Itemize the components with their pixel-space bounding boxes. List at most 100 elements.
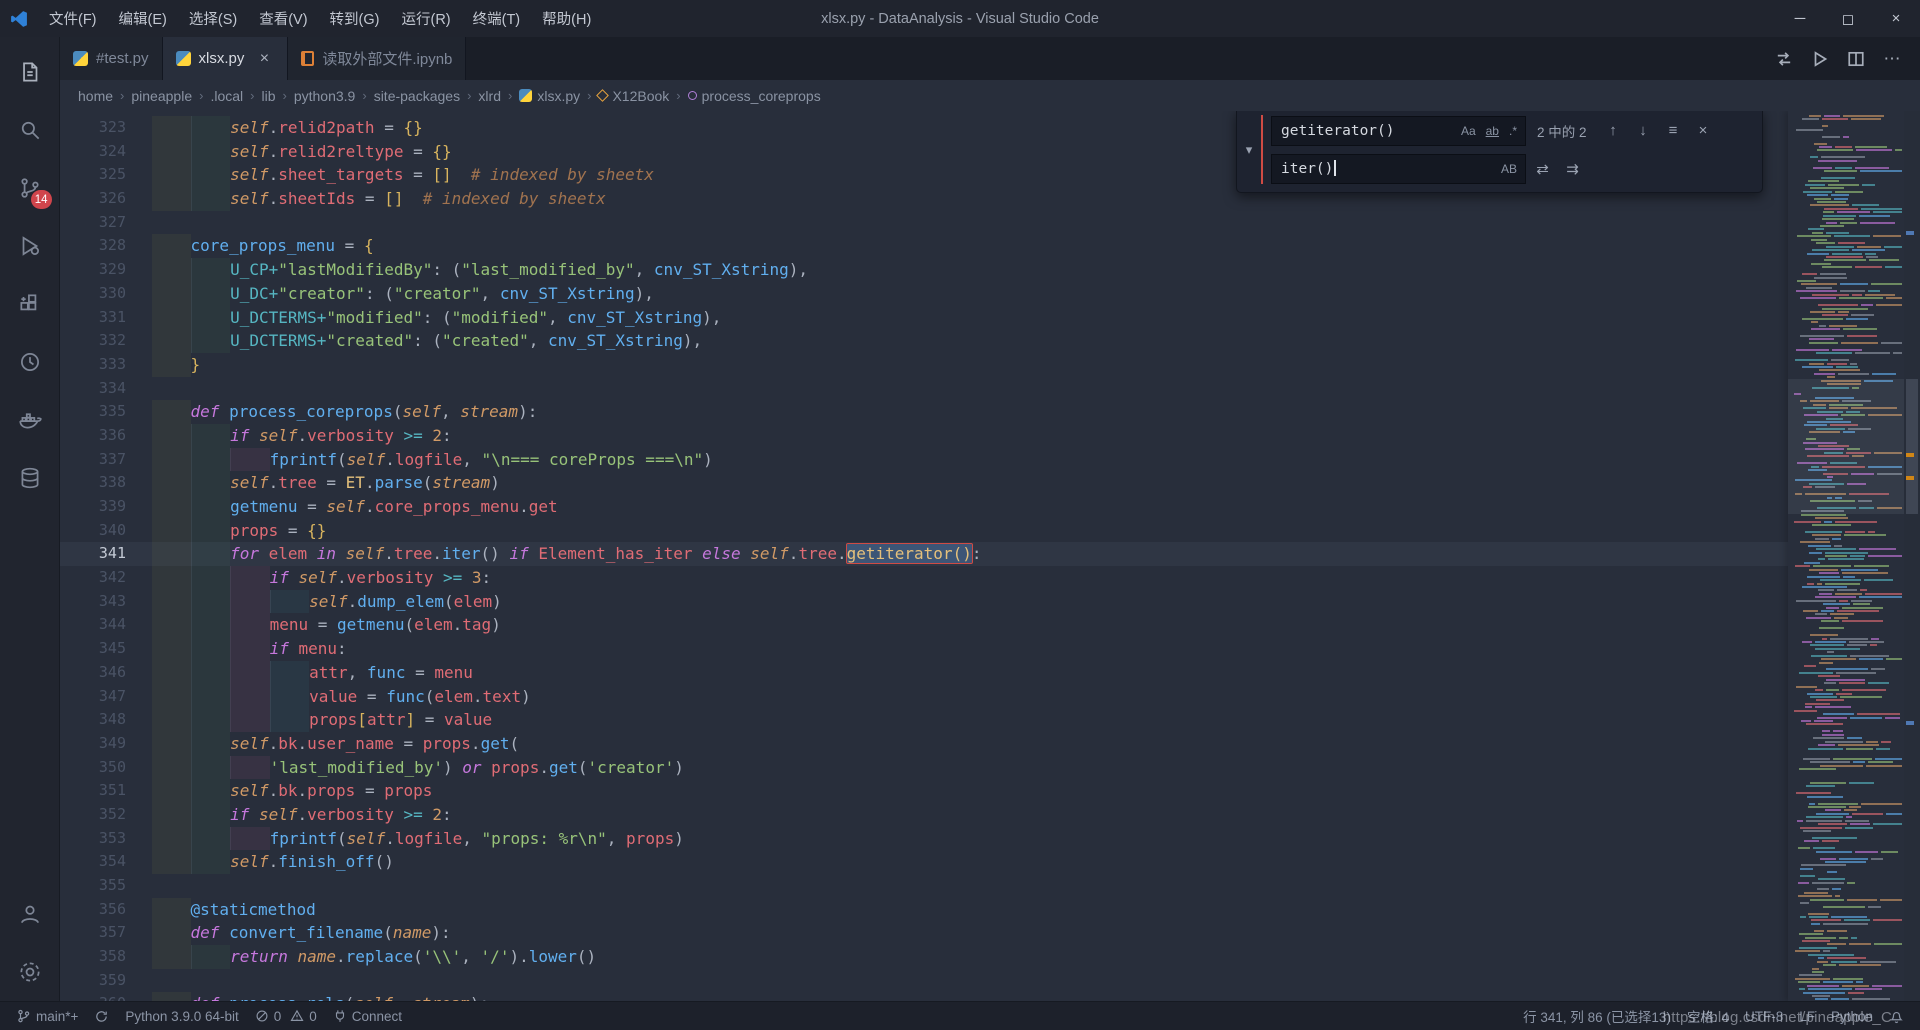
run-python-file-icon[interactable] — [1804, 44, 1836, 74]
line-number[interactable]: 346 — [60, 661, 148, 685]
line-number[interactable]: 345 — [60, 637, 148, 661]
menu-item-3[interactable]: 查看(V) — [248, 0, 318, 37]
run-debug-icon[interactable] — [0, 217, 60, 275]
regex-icon[interactable]: .* — [1505, 122, 1521, 140]
vertical-scrollbar[interactable] — [1904, 111, 1920, 1001]
code-line[interactable]: 346 attr, func = menu — [60, 661, 1788, 685]
code-line[interactable]: 360 def process_rels(self, stream): — [60, 992, 1788, 1001]
code-line[interactable]: 330 U_DC+"creator": ("creator", cnv_ST_X… — [60, 282, 1788, 306]
line-number[interactable]: 336 — [60, 424, 148, 448]
line-number[interactable]: 355 — [60, 874, 148, 898]
code-line[interactable]: 334 — [60, 377, 1788, 401]
line-number[interactable]: 354 — [60, 850, 148, 874]
more-actions-icon[interactable]: ⋯ — [1876, 44, 1908, 74]
line-number[interactable]: 344 — [60, 613, 148, 637]
tab-xlsx.py[interactable]: xlsx.py× — [163, 37, 289, 80]
code-line[interactable]: 333 } — [60, 353, 1788, 377]
code-line[interactable]: 328 core_props_menu = { — [60, 234, 1788, 258]
code-line[interactable]: 327 — [60, 211, 1788, 235]
line-number[interactable]: 330 — [60, 282, 148, 306]
code-line[interactable]: 344 menu = getmenu(elem.tag) — [60, 613, 1788, 637]
breadcrumb-item-lib[interactable]: lib — [259, 88, 277, 104]
line-number[interactable]: 351 — [60, 779, 148, 803]
breadcrumb-item-X12Book[interactable]: X12Book — [596, 88, 671, 104]
next-match-icon[interactable]: ↓ — [1630, 117, 1657, 144]
breadcrumb-item-process_coreprops[interactable]: process_coreprops — [686, 88, 823, 104]
code-line[interactable]: 332 U_DCTERMS+"created": ("created", cnv… — [60, 329, 1788, 353]
code-line[interactable]: 356 @staticmethod — [60, 898, 1788, 922]
explorer-icon[interactable] — [0, 43, 60, 101]
find-query-text[interactable]: getiterator() — [1281, 123, 1457, 139]
replace-button[interactable]: ⇄ — [1529, 155, 1556, 182]
line-number[interactable]: 328 — [60, 234, 148, 258]
line-number[interactable]: 353 — [60, 827, 148, 851]
indentation-item[interactable]: 空格: 4 — [1679, 1002, 1737, 1030]
breadcrumb-item-xlrd[interactable]: xlrd — [476, 88, 503, 104]
line-number[interactable]: 334 — [60, 377, 148, 401]
preserve-case-icon[interactable]: AB — [1497, 160, 1521, 178]
code-line[interactable]: 353 fprintf(self.logfile, "props: %r\n",… — [60, 827, 1788, 851]
code-line[interactable]: 341 for elem in self.tree.iter() if Elem… — [60, 542, 1788, 566]
line-number[interactable]: 352 — [60, 803, 148, 827]
line-number[interactable]: 323 — [60, 116, 148, 140]
code-line[interactable]: 337 fprintf(self.logfile, "\n=== corePro… — [60, 448, 1788, 472]
close-find-icon[interactable]: × — [1690, 117, 1717, 144]
tab-#test.py[interactable]: #test.py — [60, 37, 163, 80]
code-line[interactable]: 342 if self.verbosity >= 3: — [60, 566, 1788, 590]
menu-item-6[interactable]: 终端(T) — [462, 0, 532, 37]
line-number[interactable]: 341 — [60, 542, 148, 566]
extensions-icon[interactable] — [0, 275, 60, 333]
menu-item-5[interactable]: 运行(R) — [390, 0, 461, 37]
line-number[interactable]: 329 — [60, 258, 148, 282]
code-line[interactable]: 338 self.tree = ET.parse(stream) — [60, 471, 1788, 495]
search-icon[interactable] — [0, 101, 60, 159]
menu-item-2[interactable]: 选择(S) — [178, 0, 248, 37]
line-number[interactable]: 349 — [60, 732, 148, 756]
line-number[interactable]: 338 — [60, 471, 148, 495]
minimap-slider[interactable] — [1788, 379, 1904, 514]
split-editor-icon[interactable] — [1840, 44, 1872, 74]
line-number[interactable]: 350 — [60, 756, 148, 780]
eol-item[interactable]: LF — [1791, 1002, 1823, 1030]
line-number[interactable]: 332 — [60, 329, 148, 353]
previous-match-icon[interactable]: ↑ — [1600, 117, 1627, 144]
menu-item-4[interactable]: 转到(G) — [319, 0, 391, 37]
code-line[interactable]: 336 if self.verbosity >= 2: — [60, 424, 1788, 448]
line-number[interactable]: 343 — [60, 590, 148, 614]
line-number[interactable]: 335 — [60, 400, 148, 424]
code-line[interactable]: 335 def process_coreprops(self, stream): — [60, 400, 1788, 424]
line-number[interactable]: 357 — [60, 921, 148, 945]
code-line[interactable]: 331 U_DCTERMS+"modified": ("modified", c… — [60, 306, 1788, 330]
menu-item-0[interactable]: 文件(F) — [38, 0, 108, 37]
whole-word-icon[interactable]: ab — [1482, 122, 1503, 140]
line-number[interactable]: 347 — [60, 685, 148, 709]
code-line[interactable]: 355 — [60, 874, 1788, 898]
code-line[interactable]: 351 self.bk.props = props — [60, 779, 1788, 803]
replace-input[interactable]: iter() AB — [1271, 154, 1526, 184]
line-number[interactable]: 359 — [60, 969, 148, 993]
replace-all-button[interactable]: ⇉ — [1559, 155, 1586, 182]
code-line[interactable]: 358 return name.replace('\\', '/').lower… — [60, 945, 1788, 969]
line-number[interactable]: 339 — [60, 495, 148, 519]
settings-gear-icon[interactable] — [0, 943, 60, 1001]
toggle-replace-chevron-icon[interactable]: ▾ — [1237, 115, 1261, 184]
code-line[interactable]: 340 props = {} — [60, 519, 1788, 543]
minimap[interactable] — [1788, 111, 1904, 1001]
tab-读取外部文件.ipynb[interactable]: 读取外部文件.ipynb — [288, 37, 466, 80]
encoding-item[interactable]: UTF-8 — [1737, 1002, 1791, 1030]
code-line[interactable]: 345 if menu: — [60, 637, 1788, 661]
notifications-bell-icon[interactable] — [1881, 1002, 1912, 1030]
source-control-icon[interactable]: 14 — [0, 159, 60, 217]
code-line[interactable]: 343 self.dump_elem(elem) — [60, 590, 1788, 614]
code-line[interactable]: 347 value = func(elem.text) — [60, 685, 1788, 709]
line-number[interactable]: 337 — [60, 448, 148, 472]
scrollbar-slider[interactable] — [1906, 379, 1918, 514]
line-number[interactable]: 358 — [60, 945, 148, 969]
code-line[interactable]: 352 if self.verbosity >= 2: — [60, 803, 1788, 827]
find-in-selection-icon[interactable]: ≡ — [1660, 117, 1687, 144]
code-line[interactable]: 348 props[attr] = value — [60, 708, 1788, 732]
replace-value-text[interactable]: iter() — [1281, 160, 1497, 177]
line-number[interactable]: 342 — [60, 566, 148, 590]
menu-item-1[interactable]: 编辑(E) — [108, 0, 178, 37]
database-icon[interactable] — [0, 449, 60, 507]
